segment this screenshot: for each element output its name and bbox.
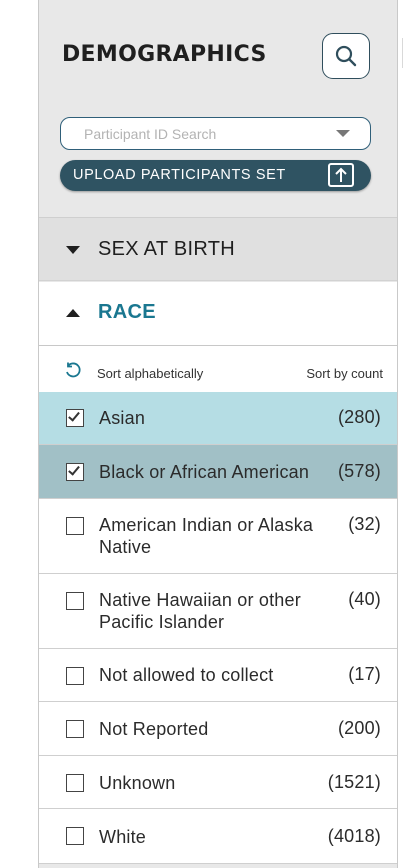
checkmark-icon xyxy=(68,409,80,422)
reset-sort-icon[interactable] xyxy=(64,362,82,385)
upload-button-label: UPLOAD PARTICIPANTS SET xyxy=(73,167,286,183)
panel-title: DEMOGRAPHICS xyxy=(62,42,267,67)
scroll-edge-indicator xyxy=(402,38,406,68)
left-gutter xyxy=(0,0,38,868)
sort-alphabetically-button[interactable]: Sort alphabetically xyxy=(97,366,203,381)
checkbox-unchecked[interactable] xyxy=(66,667,84,685)
section-sex-at-birth-label: SEX AT BIRTH xyxy=(98,238,235,260)
upload-participants-set-button[interactable]: UPLOAD PARTICIPANTS SET xyxy=(60,160,371,191)
checkbox-unchecked[interactable] xyxy=(66,720,84,738)
race-option-count: (17) xyxy=(348,664,381,684)
race-option-black-or-african-american[interactable]: Black or African American (578) xyxy=(39,445,397,499)
checkbox-checked[interactable] xyxy=(66,409,84,427)
search-icon xyxy=(335,45,357,67)
checkbox-unchecked[interactable] xyxy=(66,592,84,610)
checkbox-unchecked[interactable] xyxy=(66,774,84,792)
race-option-label: Not Reported xyxy=(99,719,209,739)
race-option-count: (200) xyxy=(337,718,381,738)
race-option-count: (578) xyxy=(337,461,381,481)
checkbox-unchecked[interactable] xyxy=(66,517,84,535)
caret-up-icon xyxy=(66,309,80,317)
race-option-label: Native Hawaiian or other Pacific Islande… xyxy=(99,590,301,632)
race-option-label: Not allowed to collect xyxy=(99,665,274,685)
race-option-not-reported[interactable]: Not Reported (200) xyxy=(39,702,397,756)
checkmark-icon xyxy=(68,463,80,476)
right-edge xyxy=(398,0,406,868)
race-option-asian[interactable]: Asian (280) xyxy=(39,392,397,445)
sort-controls: Sort alphabetically Sort by count xyxy=(39,346,397,392)
race-option-label: Black or African American xyxy=(99,462,310,482)
race-option-count: (4018) xyxy=(327,826,381,846)
race-option-label: Unknown xyxy=(99,773,176,793)
race-option-unknown[interactable]: Unknown (1521) xyxy=(39,756,397,809)
chevron-down-icon[interactable] xyxy=(336,130,350,137)
section-race-label: RACE xyxy=(98,301,156,323)
checkbox-checked[interactable] xyxy=(66,463,84,481)
search-button[interactable] xyxy=(322,33,370,79)
race-option-label: American Indian or Alaska Native xyxy=(99,515,314,557)
race-option-not-allowed-to-collect[interactable]: Not allowed to collect (17) xyxy=(39,649,397,702)
race-options-list: Asian (280) Black or African American (5… xyxy=(39,392,397,864)
race-option-count: (32) xyxy=(348,514,381,534)
race-option-count: (280) xyxy=(337,407,381,427)
section-race[interactable]: RACE xyxy=(39,282,397,346)
race-option-count: (40) xyxy=(348,589,381,609)
sort-by-count-button[interactable]: Sort by count xyxy=(306,366,383,381)
checkbox-unchecked[interactable] xyxy=(66,827,84,845)
caret-down-icon xyxy=(66,246,80,254)
race-option-white[interactable]: White (4018) xyxy=(39,809,397,864)
upload-icon xyxy=(328,163,354,187)
demographics-panel: DEMOGRAPHICS Participant ID Search UPLOA… xyxy=(38,0,398,868)
participant-id-search-input[interactable]: Participant ID Search xyxy=(60,117,371,150)
section-sex-at-birth[interactable]: SEX AT BIRTH xyxy=(39,217,397,281)
participant-id-search-placeholder: Participant ID Search xyxy=(84,126,217,142)
race-option-count: (1521) xyxy=(327,772,381,792)
race-option-american-indian-or-alaska-native[interactable]: American Indian or Alaska Native (32) xyxy=(39,499,397,574)
race-option-native-hawaiian-or-other-pacific-islander[interactable]: Native Hawaiian or other Pacific Islande… xyxy=(39,574,397,649)
race-option-label: Asian xyxy=(99,408,146,428)
race-option-label: White xyxy=(99,827,147,847)
